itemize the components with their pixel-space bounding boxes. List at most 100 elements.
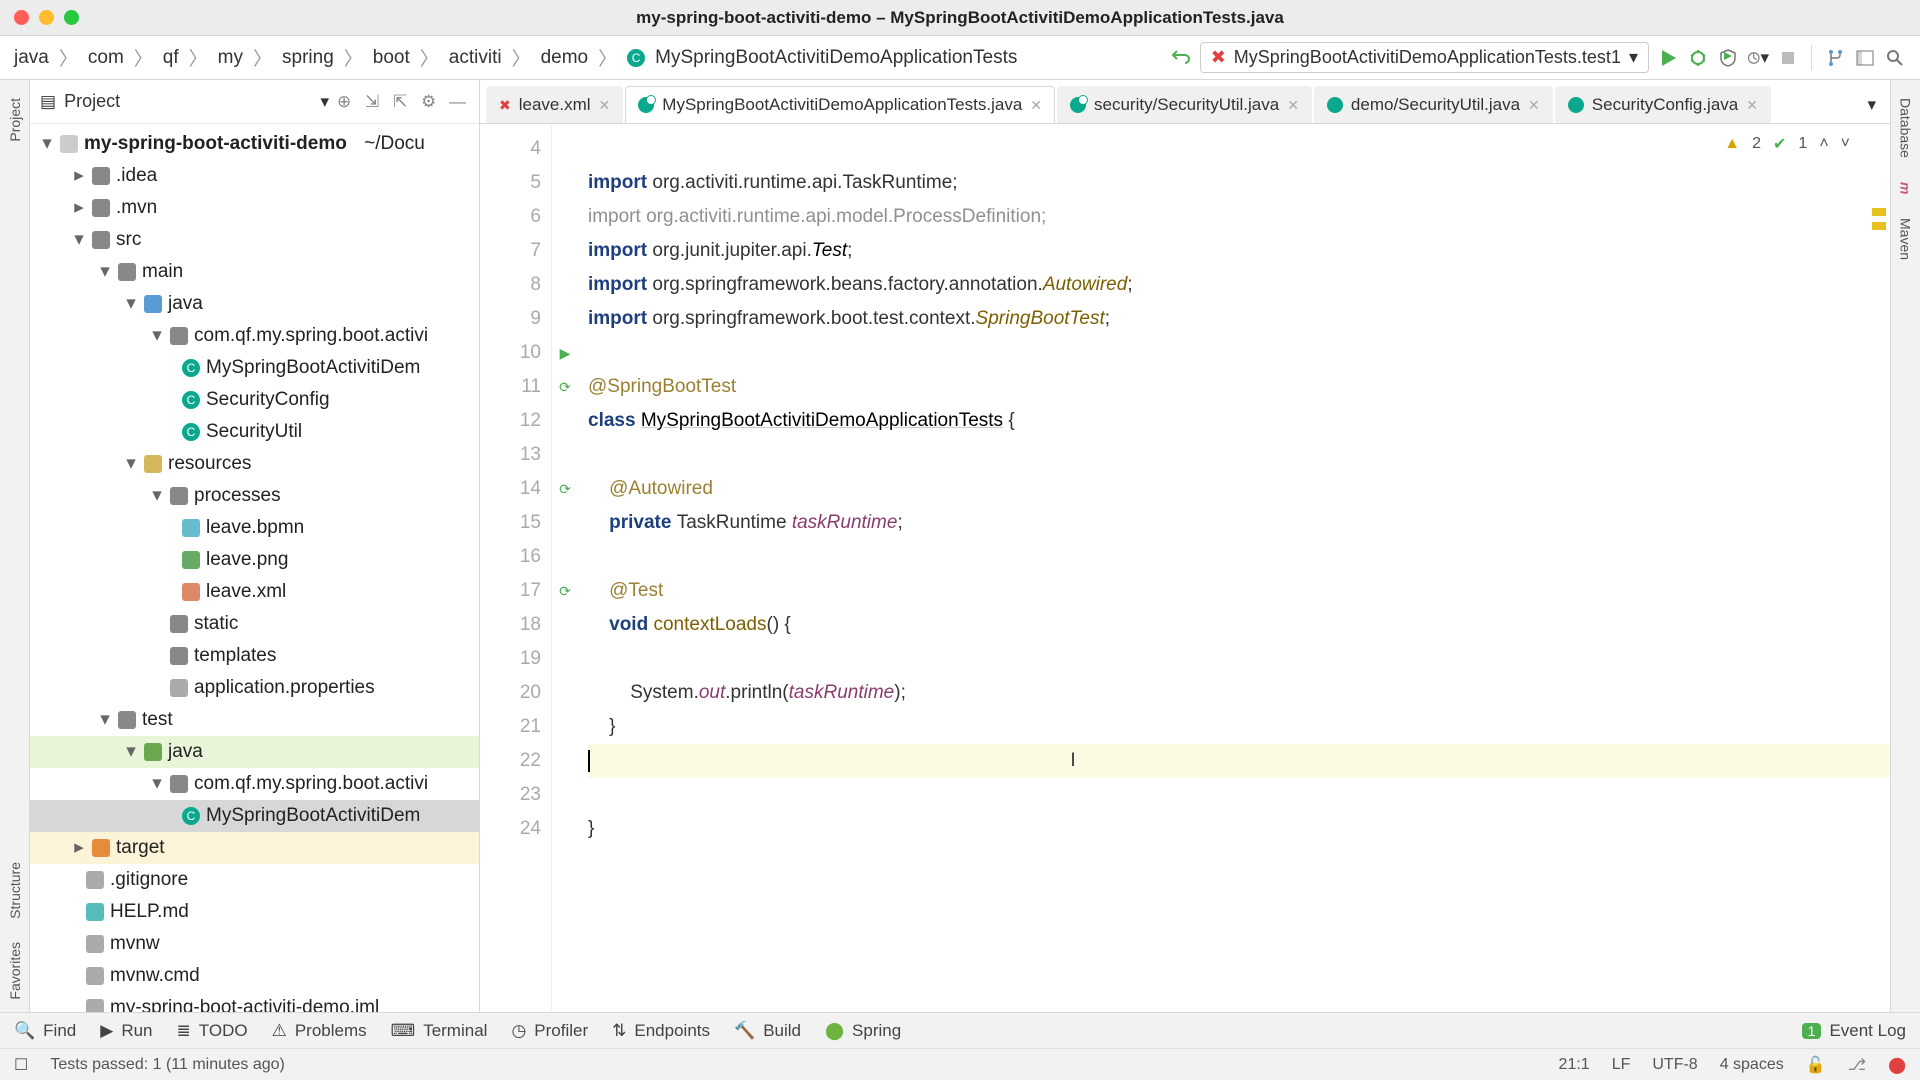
endpoints-tool[interactable]: ⇅Endpoints <box>612 1021 710 1041</box>
code-area[interactable]: 456789101112131415161718192021222324 ▶ ⟳… <box>480 124 1890 1012</box>
locate-icon[interactable]: ⊕ <box>337 92 357 112</box>
find-tool[interactable]: 🔍Find <box>14 1021 76 1041</box>
run-button[interactable] <box>1657 47 1679 69</box>
breadcrumb-item[interactable]: com <box>88 47 124 69</box>
tree-item[interactable]: .idea <box>116 162 157 190</box>
caret-position[interactable]: 21:1 <box>1559 1056 1590 1074</box>
chevron-down-icon[interactable]: ▾ <box>320 92 329 112</box>
minimize-icon[interactable]: — <box>449 92 469 112</box>
tree-item-selected[interactable]: MySpringBootActivitiDem <box>206 802 420 830</box>
event-log[interactable]: 1Event Log <box>1802 1021 1906 1041</box>
tab-leave-xml[interactable]: ✖leave.xml✕ <box>486 86 623 123</box>
close-icon[interactable]: ✕ <box>1030 97 1042 114</box>
tree-item[interactable]: leave.bpmn <box>206 514 304 542</box>
tree-item[interactable]: leave.xml <box>206 578 286 606</box>
profiler-tool[interactable]: ◷Profiler <box>511 1021 588 1041</box>
tree-item[interactable]: templates <box>194 642 276 670</box>
tree-item[interactable]: static <box>194 610 238 638</box>
rail-structure[interactable]: Structure <box>7 862 23 919</box>
rail-database[interactable]: Database <box>1898 98 1914 158</box>
close-icon[interactable]: ✕ <box>1746 97 1758 114</box>
zoom-window-button[interactable] <box>64 10 79 25</box>
error-stripe-mark[interactable] <box>1872 222 1886 230</box>
expand-icon[interactable]: ⇲ <box>365 92 385 112</box>
run-configuration-selector[interactable]: ✖ MySpringBootActivitiDemoApplicationTes… <box>1200 42 1649 73</box>
code-text[interactable]: import org.activiti.runtime.api.TaskRunt… <box>578 124 1890 1012</box>
tree-item[interactable]: application.properties <box>194 674 375 702</box>
breadcrumb-item[interactable]: demo <box>541 47 589 69</box>
tree-item[interactable]: .mvn <box>116 194 157 222</box>
breadcrumb-item[interactable]: activiti <box>449 47 502 69</box>
breadcrumb-item[interactable]: boot <box>373 47 410 69</box>
tab-tests-java[interactable]: MySpringBootActivitiDemoApplicationTests… <box>625 86 1055 123</box>
tree-item[interactable]: processes <box>194 482 281 510</box>
collapse-icon[interactable]: ⇱ <box>393 92 413 112</box>
tree-item[interactable]: src <box>116 226 141 254</box>
run-gutter-icon[interactable]: ⟳ <box>554 472 576 506</box>
breadcrumb-item[interactable]: MySpringBootActivitiDemoApplicationTests <box>655 47 1017 69</box>
close-icon[interactable]: ✕ <box>1287 97 1299 114</box>
tree-item[interactable]: java <box>168 738 203 766</box>
close-icon[interactable]: ✕ <box>599 97 611 114</box>
rail-maven[interactable]: m <box>1898 182 1914 194</box>
tree-item[interactable]: .gitignore <box>110 866 188 894</box>
tree-item[interactable]: mvnw <box>110 930 160 958</box>
terminal-tool[interactable]: ⌨Terminal <box>391 1021 488 1041</box>
breadcrumb[interactable]: java〉 com〉 qf〉 my〉 spring〉 boot〉 activit… <box>14 44 1017 71</box>
profile-button[interactable]: ▾ <box>1747 47 1769 69</box>
branch-icon[interactable]: ⎇ <box>1848 1055 1866 1075</box>
reload-icon[interactable] <box>1170 47 1192 69</box>
close-icon[interactable]: ✕ <box>1528 97 1540 114</box>
minimize-window-button[interactable] <box>39 10 54 25</box>
tree-item[interactable]: SecurityConfig <box>206 386 330 414</box>
tree-item[interactable]: leave.png <box>206 546 288 574</box>
stop-button[interactable] <box>1777 47 1799 69</box>
debug-button[interactable] <box>1687 47 1709 69</box>
tree-item[interactable]: com.qf.my.spring.boot.activi <box>194 770 428 798</box>
run-tool[interactable]: ▶Run <box>100 1021 152 1041</box>
tree-item[interactable]: main <box>142 258 183 286</box>
indent-setting[interactable]: 4 spaces <box>1720 1056 1784 1074</box>
run-gutter-icon[interactable]: ⟳ <box>554 370 576 404</box>
tab-security-util[interactable]: security/SecurityUtil.java✕ <box>1057 86 1312 123</box>
rail-project[interactable]: Project <box>7 98 23 142</box>
error-stripe-mark[interactable] <box>1872 208 1886 216</box>
run-gutter-icon[interactable]: ⟳ <box>554 574 576 608</box>
tree-item[interactable]: com.qf.my.spring.boot.activi <box>194 322 428 350</box>
breadcrumb-item[interactable]: my <box>218 47 243 69</box>
rail-favorites[interactable]: Favorites <box>7 942 23 1000</box>
tree-item[interactable]: mvnw.cmd <box>110 962 200 990</box>
project-view-icon[interactable]: ▤ <box>40 92 56 112</box>
inspection-widget[interactable]: ▲2 ✔1 ˄ ˅ <box>1724 134 1850 154</box>
line-separator[interactable]: LF <box>1612 1056 1631 1074</box>
file-encoding[interactable]: UTF-8 <box>1652 1056 1697 1074</box>
tree-root[interactable]: my-spring-boot-activiti-demo <box>84 130 347 158</box>
tree-item[interactable]: MySpringBootActivitiDem <box>206 354 420 382</box>
tree-item[interactable]: resources <box>168 450 251 478</box>
tree-item[interactable]: HELP.md <box>110 898 189 926</box>
next-highlight-icon[interactable]: ˅ <box>1841 135 1850 153</box>
rail-maven-label[interactable]: Maven <box>1898 218 1914 260</box>
breadcrumb-item[interactable]: qf <box>163 47 179 69</box>
close-window-button[interactable] <box>14 10 29 25</box>
tab-demo-util[interactable]: demo/SecurityUtil.java✕ <box>1314 86 1553 123</box>
project-tree[interactable]: ▾my-spring-boot-activiti-demo ~/Docu ▸.i… <box>30 124 479 1012</box>
build-tool[interactable]: 🔨Build <box>734 1021 801 1041</box>
layout-icon[interactable] <box>1854 47 1876 69</box>
problems-tool[interactable]: ⚠Problems <box>272 1021 367 1041</box>
tree-item[interactable]: my-spring-boot-activiti-demo.iml <box>110 994 379 1012</box>
status-icon[interactable]: ☐ <box>14 1055 28 1075</box>
prev-highlight-icon[interactable]: ˄ <box>1819 135 1828 153</box>
gear-icon[interactable]: ⚙ <box>421 92 441 112</box>
todo-tool[interactable]: ≣TODO <box>177 1021 248 1041</box>
readonly-icon[interactable]: 🔓 <box>1806 1055 1826 1075</box>
coverage-button[interactable] <box>1717 47 1739 69</box>
git-branch-icon[interactable] <box>1824 47 1846 69</box>
tree-item[interactable]: test <box>142 706 173 734</box>
tree-item[interactable]: java <box>168 290 203 318</box>
tab-overflow-icon[interactable]: ▾ <box>1859 87 1884 123</box>
tree-item[interactable]: target <box>116 834 165 862</box>
spring-tool[interactable]: ⬤Spring <box>825 1021 901 1041</box>
tree-item[interactable]: SecurityUtil <box>206 418 302 446</box>
tab-security-config[interactable]: SecurityConfig.java✕ <box>1555 86 1771 123</box>
